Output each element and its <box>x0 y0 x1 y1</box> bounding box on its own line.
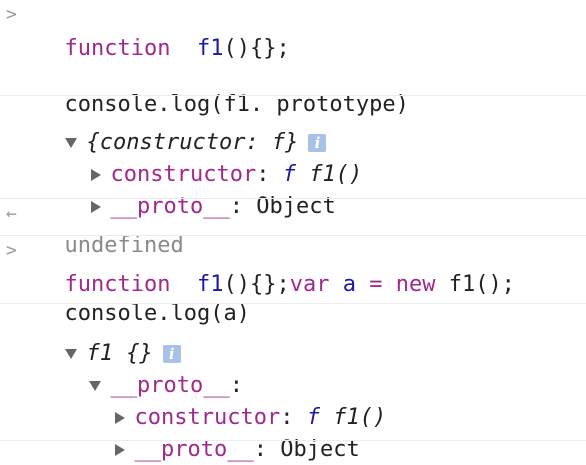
constructor-call: f1(); <box>448 272 515 297</box>
keyword-new: new <box>395 272 436 297</box>
function-name: f1 <box>196 36 224 61</box>
separator <box>0 303 586 304</box>
keyword-function: function <box>64 36 171 61</box>
return-value-row: undefined <box>38 201 184 258</box>
object-summary-row[interactable]: f1 {} i <box>38 309 181 366</box>
object-summary-row[interactable]: {constructor: f} i <box>38 98 327 155</box>
tree-row-proto[interactable]: __proto__: Object <box>64 162 336 219</box>
separator <box>0 95 586 96</box>
variable-name: a <box>342 272 356 297</box>
console-input-line[interactable]: function f1(){}; <box>38 4 290 61</box>
tree-row-proto-expanded[interactable]: __proto__: <box>62 341 243 398</box>
console-input-line[interactable]: function f1(){};var a = new f1(); <box>38 240 515 297</box>
assignment-operator: = <box>369 272 383 297</box>
separator <box>0 440 586 441</box>
tree-row-proto[interactable]: __proto__: Object <box>88 405 360 462</box>
separator <box>0 235 586 236</box>
return-arrow-icon: ← <box>6 203 17 224</box>
separator <box>0 198 586 199</box>
prompt-chevron-icon: > <box>6 240 17 261</box>
console-input-line-2[interactable]: console.log(f1. prototype) <box>38 60 409 117</box>
tree-row-constructor[interactable]: constructor: f f1() <box>64 130 362 187</box>
console-input-line-2[interactable]: console.log(a) <box>38 269 250 326</box>
keyword-var: var <box>289 272 330 297</box>
prompt-chevron-icon: > <box>6 4 17 25</box>
tree-row-constructor[interactable]: constructor: f f1() <box>88 373 386 430</box>
function-body: (){}; <box>223 36 290 61</box>
